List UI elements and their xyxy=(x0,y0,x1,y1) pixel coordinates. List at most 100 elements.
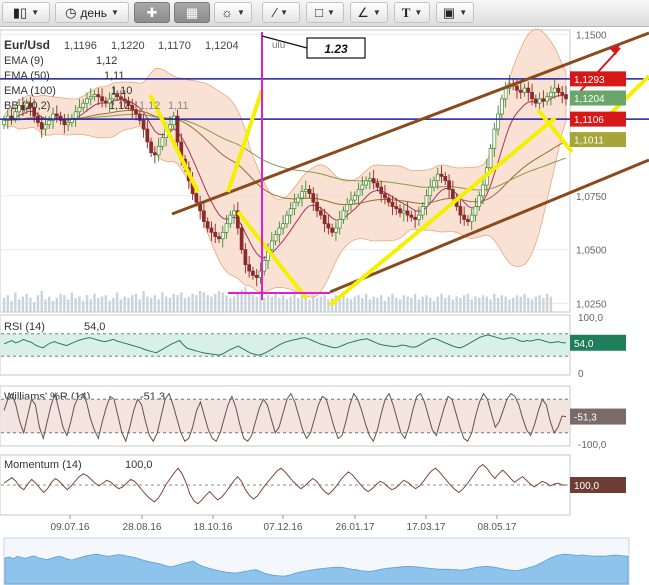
volume-bar-79 xyxy=(300,295,304,312)
candle-body-66 xyxy=(251,270,255,276)
volume-bar-132 xyxy=(500,295,504,312)
volume-bar-42 xyxy=(161,292,164,312)
volume-bar-53 xyxy=(202,292,206,312)
legend-bb-name: BB (20,2) xyxy=(4,100,50,112)
volume-bar-72 xyxy=(274,292,277,312)
volume-bar-18 xyxy=(70,292,74,312)
rsi-band xyxy=(1,333,569,357)
candle-body-77 xyxy=(292,201,297,210)
indicators-icon: ▦ xyxy=(185,5,199,20)
volume-bar-2 xyxy=(10,300,13,312)
volume-bar-73 xyxy=(278,298,281,312)
annotation-box-text: 1.23 xyxy=(324,42,348,56)
text-tool-label: T xyxy=(401,5,411,20)
volume-bar-10 xyxy=(40,291,43,312)
candle-body-103 xyxy=(390,201,395,207)
candle-body-138 xyxy=(522,87,527,93)
candle-body-122 xyxy=(462,214,467,220)
candle-body-147 xyxy=(556,87,561,93)
volume-bar-112 xyxy=(425,295,428,312)
volume-bar-100 xyxy=(379,295,383,312)
volume-bar-117 xyxy=(444,298,447,312)
candle-body-89 xyxy=(337,219,342,229)
volume-bar-93 xyxy=(353,296,356,312)
volume-bar-121 xyxy=(459,298,462,312)
price-tag-1: 1,1204 xyxy=(574,94,605,105)
annotation-cut-text: ulu xyxy=(272,40,285,51)
date-label-5: 17.03.17 xyxy=(407,522,446,533)
rectangle-tool-button[interactable]: □ ▼ xyxy=(306,2,344,23)
candle-body-119 xyxy=(450,188,455,199)
volume-bar-129 xyxy=(489,299,492,312)
candle-body-2 xyxy=(9,115,14,119)
volume-bar-51 xyxy=(195,295,198,312)
candle-body-35 xyxy=(134,109,138,115)
volume-bar-80 xyxy=(304,296,307,312)
candle-body-111 xyxy=(420,206,425,216)
date-label-0: 09.07.16 xyxy=(51,522,90,533)
navigator-panel[interactable] xyxy=(3,537,630,585)
candle-body-100 xyxy=(379,186,384,194)
text-tool-button[interactable]: T ▼ xyxy=(394,2,430,23)
volume-bar-19 xyxy=(74,298,77,312)
price-tick-1: 1,0750 xyxy=(576,192,607,203)
volume-bar-114 xyxy=(432,300,436,312)
line-tool-button[interactable]: ∕ ▼ xyxy=(262,2,300,23)
candle-body-97 xyxy=(368,178,372,182)
price-tick-3: 1,0250 xyxy=(576,299,607,310)
date-label-6: 08.05.17 xyxy=(478,522,517,533)
volume-bar-36 xyxy=(138,299,141,312)
rsi-panel: RSI (14) 54,0 54,0 100,0 0 xyxy=(0,313,626,380)
candle-body-98 xyxy=(371,178,376,184)
candle-body-94 xyxy=(356,188,361,197)
volume-bar-41 xyxy=(157,299,160,312)
crosshair-icon: ✚ xyxy=(146,5,158,20)
candle-body-53 xyxy=(202,210,206,222)
volume-bar-135 xyxy=(511,298,515,312)
volume-bar-97 xyxy=(368,299,372,312)
price-tag-3: 1,1011 xyxy=(574,136,604,147)
candle-body-16 xyxy=(62,120,67,126)
volume-bar-137 xyxy=(519,296,522,312)
volume-bar-92 xyxy=(349,299,353,312)
fibonacci-tool-button[interactable]: ∠ ▼ xyxy=(350,2,388,23)
legend-ema9-value: 1,12 xyxy=(96,55,117,67)
chart-area[interactable]: 1.23 ulu Eur/Usd 1,1196 1,1220 1,1170 1,… xyxy=(0,26,649,585)
volume-bar-27 xyxy=(104,295,108,312)
volume-bar-52 xyxy=(198,291,202,312)
volume-bar-86 xyxy=(327,299,330,312)
indicators-button[interactable]: ▦ xyxy=(174,2,210,23)
candle-body-57 xyxy=(217,236,221,240)
candle-body-102 xyxy=(386,197,391,203)
crosshair-button[interactable]: ✚ xyxy=(134,2,170,23)
candle-body-86 xyxy=(326,223,331,229)
volume-bar-34 xyxy=(131,295,134,312)
volume-bar-4 xyxy=(17,299,21,312)
volume-bar-65 xyxy=(247,292,251,312)
volume-bar-96 xyxy=(364,293,368,312)
volume-bar-0 xyxy=(2,298,6,312)
date-label-4: 26.01.17 xyxy=(336,522,375,533)
image-tool-button[interactable]: ▣ ▼ xyxy=(436,2,474,23)
period-dropdown[interactable]: ◷ день ▼ xyxy=(55,2,129,23)
volume-bar-126 xyxy=(478,298,481,312)
candle-body-144 xyxy=(545,96,549,102)
legend-ema100-name: EMA (100) xyxy=(4,85,56,97)
volume-bar-106 xyxy=(402,295,406,312)
candle-body-76 xyxy=(288,208,293,216)
volume-bar-142 xyxy=(538,295,541,312)
volume-bar-58 xyxy=(221,292,224,312)
volume-bar-62 xyxy=(236,293,240,312)
candle-body-139 xyxy=(526,87,531,93)
image-icon: ▣ xyxy=(442,5,456,20)
candle-body-79 xyxy=(300,191,304,199)
candle-body-23 xyxy=(88,96,93,100)
clock-icon: ◷ xyxy=(65,5,77,20)
events-button[interactable]: ☼ ▼ xyxy=(214,2,252,23)
volume-bar-54 xyxy=(206,295,209,312)
volume-bar-125 xyxy=(474,296,477,312)
chart-type-button[interactable]: ▮▯ ▼ xyxy=(2,2,50,23)
volume-bar-145 xyxy=(549,296,553,312)
volume-bar-113 xyxy=(429,298,432,312)
candle-body-38 xyxy=(145,128,150,143)
